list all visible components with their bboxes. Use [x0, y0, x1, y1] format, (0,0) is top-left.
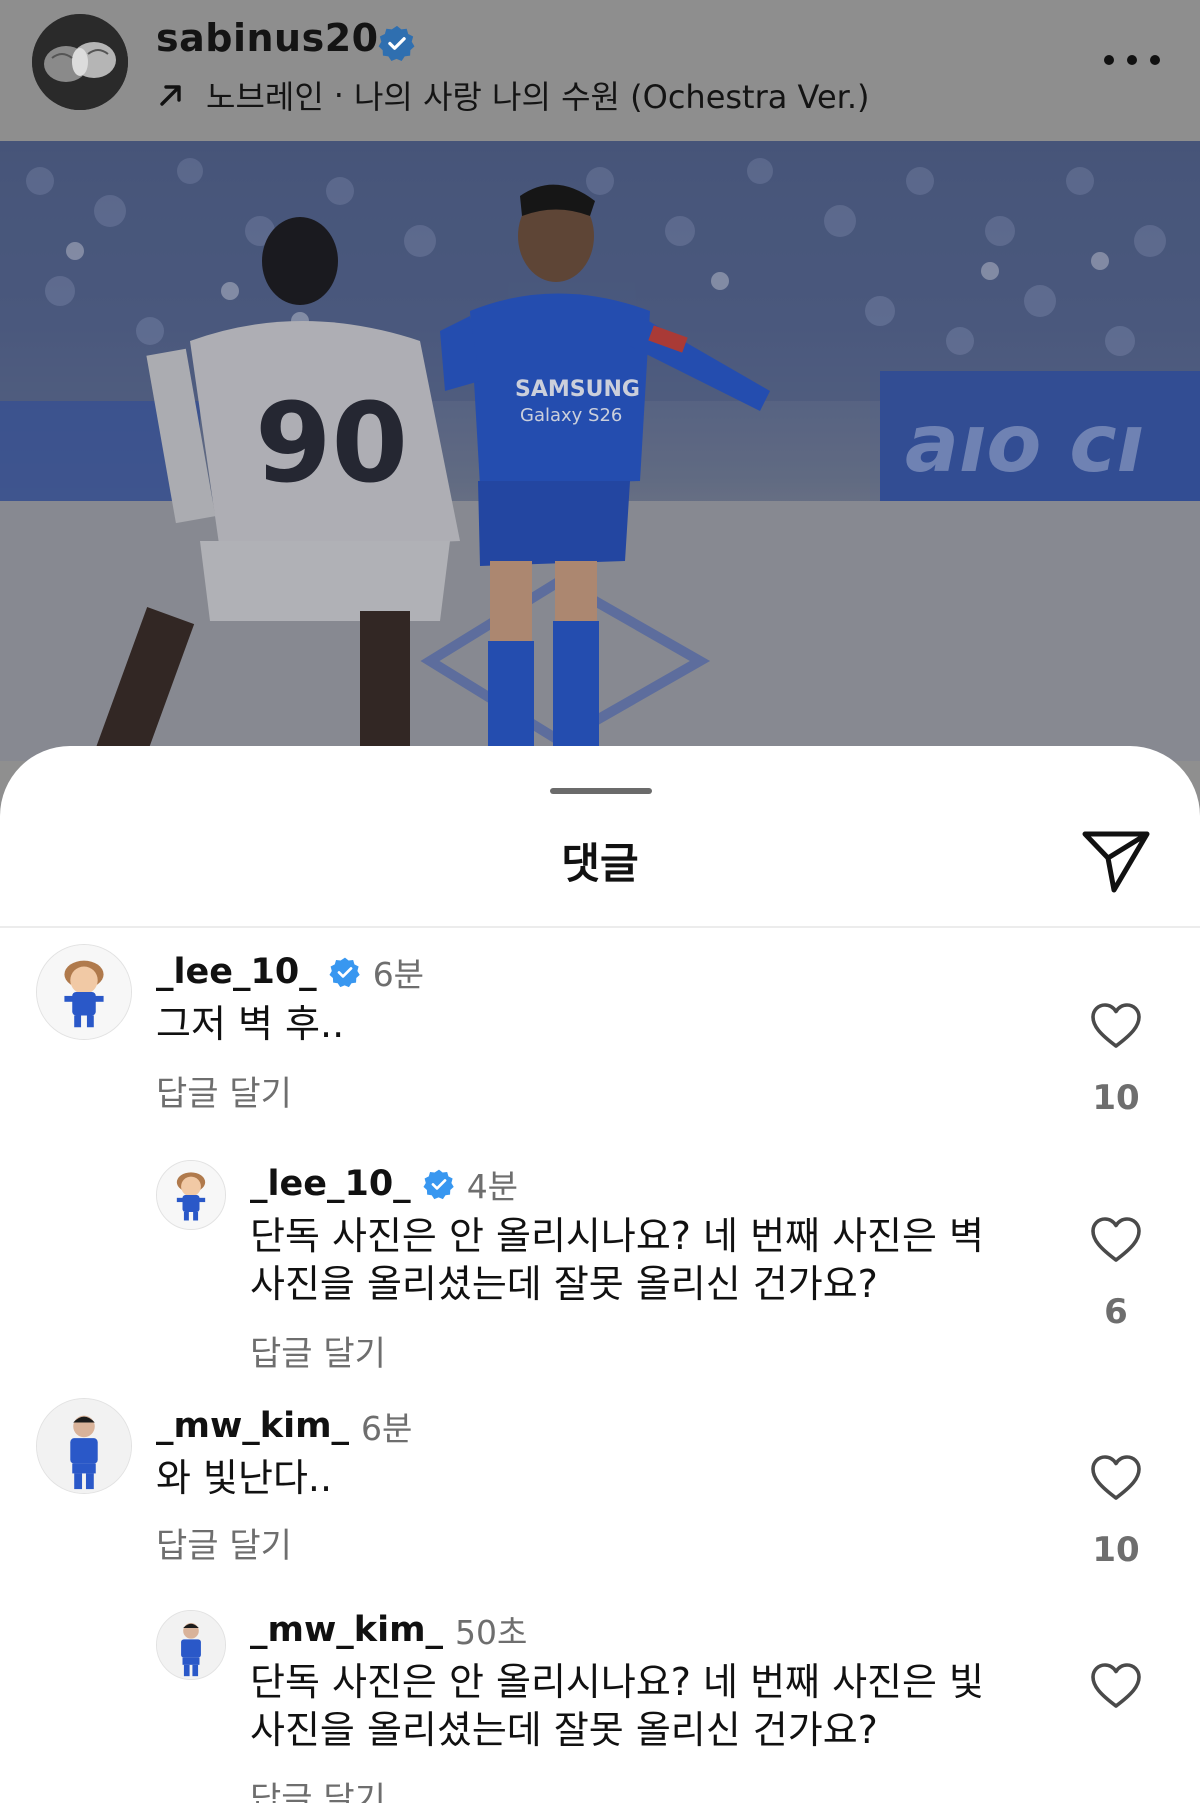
- comment-text: 와 빛난다..: [156, 1456, 333, 1500]
- arrow-up-right-icon: [160, 85, 181, 106]
- heart-icon[interactable]: [1090, 1662, 1142, 1710]
- post-author-avatar[interactable]: [32, 14, 128, 110]
- comments-sheet: 댓글 _lee_10_ 6분 그저 벽 후.. 답글 달기 10 _lee_10…: [0, 746, 1200, 1803]
- football-match-photo: aıo cı 90 SAMSUNG Galaxy S26: [0, 141, 1200, 761]
- paper-plane-icon[interactable]: [1080, 828, 1152, 894]
- commenter-avatar[interactable]: [156, 1160, 226, 1230]
- heart-icon[interactable]: [1090, 1216, 1142, 1264]
- music-separator: ·: [333, 76, 344, 114]
- commenter-username[interactable]: _mw_kim_: [250, 1610, 443, 1650]
- reply-button[interactable]: 답글 달기: [156, 1066, 292, 1115]
- player-photo-avatar-image: [157, 1611, 225, 1679]
- like-count: 6: [1104, 1292, 1128, 1332]
- heart-icon[interactable]: [1090, 1454, 1142, 1502]
- comment-header: _lee_10_ 4분: [250, 1160, 518, 1208]
- verified-badge-icon: [423, 1169, 454, 1200]
- cartoon-mascot-avatar-image: [157, 1161, 225, 1229]
- comment-text: 단독 사진은 안 올리시나요? 네 번째 사진은 벽 사진을 올리셨는데 잘못 …: [250, 1214, 985, 1306]
- comment-header: _lee_10_ 6분: [156, 948, 424, 996]
- comment-time: 6분: [372, 955, 425, 994]
- comment-text: 그저 벽 후..: [156, 1002, 345, 1046]
- sheet-divider: [0, 926, 1200, 928]
- comment-text: 단독 사진은 안 올리시나요? 네 번째 사진은 빛 사진을 올리셨는데 잘못 …: [250, 1660, 985, 1752]
- commenter-username[interactable]: _lee_10_: [250, 1164, 411, 1204]
- sheet-title: 댓글: [561, 839, 639, 888]
- music-title: 나의 사랑 나의 수원 (Ochestra Ver.): [353, 78, 870, 116]
- cartoon-mascot-avatar-image: [37, 945, 131, 1039]
- comment-header: _mw_kim_ 50초: [250, 1606, 527, 1654]
- like-count: 10: [1092, 1530, 1140, 1570]
- heart-icon[interactable]: [1090, 1002, 1142, 1050]
- reply-button[interactable]: 답글 달기: [250, 1772, 386, 1803]
- more-dot: [1150, 55, 1160, 65]
- comment-time: 6분: [361, 1409, 413, 1448]
- more-options-button[interactable]: [1104, 40, 1160, 80]
- comment-time: 4분: [466, 1167, 519, 1206]
- reply-button[interactable]: 답글 달기: [250, 1326, 386, 1375]
- post-header: sabinus20 노브레인 · 나의 사랑 나의 수원 (Ochestra V…: [0, 0, 1200, 141]
- verified-badge-icon: [378, 25, 415, 61]
- commenter-username[interactable]: _mw_kim_: [156, 1406, 349, 1446]
- commenter-avatar[interactable]: [156, 1610, 226, 1680]
- fist-bump-avatar-image: [32, 14, 128, 110]
- post-photo[interactable]: aıo cı 90 SAMSUNG Galaxy S26: [0, 141, 1200, 761]
- verified-badge-icon: [329, 957, 360, 988]
- post-username[interactable]: sabinus20: [156, 16, 379, 60]
- music-artist: 노브레인: [206, 78, 324, 116]
- reply-button[interactable]: 답글 달기: [156, 1518, 292, 1567]
- sheet-drag-handle[interactable]: [550, 788, 652, 794]
- comment-time: 50초: [455, 1613, 528, 1652]
- comment-header: _mw_kim_ 6분: [156, 1402, 412, 1450]
- like-count: 10: [1092, 1078, 1140, 1118]
- more-dot: [1127, 55, 1137, 65]
- more-dots-icon: [1104, 55, 1114, 65]
- commenter-avatar[interactable]: [36, 1398, 132, 1494]
- commenter-avatar[interactable]: [36, 944, 132, 1040]
- player-photo-avatar-image: [37, 1399, 131, 1493]
- commenter-username[interactable]: _lee_10_: [156, 952, 317, 992]
- music-attribution[interactable]: 노브레인 · 나의 사랑 나의 수원 (Ochestra Ver.): [156, 72, 870, 118]
